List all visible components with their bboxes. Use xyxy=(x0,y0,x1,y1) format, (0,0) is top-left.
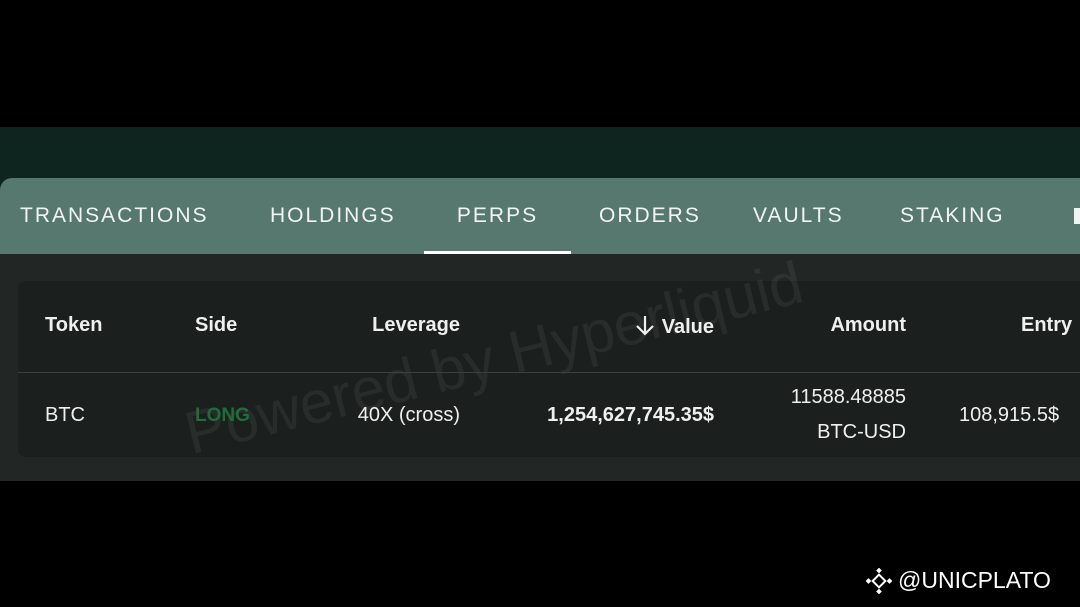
binance-square-icon xyxy=(866,568,892,594)
header-value[interactable]: Value xyxy=(558,314,714,339)
tab-staking[interactable]: STAKING xyxy=(900,178,1005,254)
header-entry: Entry xyxy=(1021,314,1073,336)
tab-transactions[interactable]: TRANSACTIONS xyxy=(20,178,209,254)
cell-amount-qty: 11588.48885 xyxy=(790,386,906,408)
cell-value: 1,254,627,745.35$ xyxy=(547,404,714,426)
tab-vaults[interactable]: VAULTS xyxy=(753,178,844,254)
header-amount: Amount xyxy=(830,314,906,336)
arrow-down-icon xyxy=(635,316,654,336)
cell-amount-unit: BTC-USD xyxy=(817,421,906,443)
perps-table: Powered by Hyperliquid Token Side Levera… xyxy=(18,249,1080,467)
header-leverage: Leverage xyxy=(372,314,460,336)
header-value-label: Value xyxy=(661,316,714,338)
cell-leverage: 40X (cross) xyxy=(357,404,460,426)
footer-handle: @UNICPLATO xyxy=(898,567,1051,593)
tab-perps[interactable]: PERPS xyxy=(424,178,571,254)
portfolio-card: TRANSACTIONS HOLDINGS PERPS ORDERS VAULT… xyxy=(0,178,1080,481)
cell-entry: 108,915.5$ xyxy=(959,404,1060,426)
header-divider xyxy=(18,372,1080,373)
watermark: Powered by Hyperliquid xyxy=(178,248,810,467)
cell-side: LONG xyxy=(195,405,250,426)
cut-off-tab-glyph xyxy=(1074,208,1080,225)
header-token: Token xyxy=(45,314,103,336)
header-side: Side xyxy=(195,314,238,336)
tab-more-cutoff[interactable] xyxy=(1074,178,1080,254)
tab-bar: TRANSACTIONS HOLDINGS PERPS ORDERS VAULT… xyxy=(0,178,1080,254)
tab-holdings[interactable]: HOLDINGS xyxy=(270,178,396,254)
cell-token: BTC xyxy=(45,404,85,426)
tab-orders[interactable]: ORDERS xyxy=(599,178,701,254)
